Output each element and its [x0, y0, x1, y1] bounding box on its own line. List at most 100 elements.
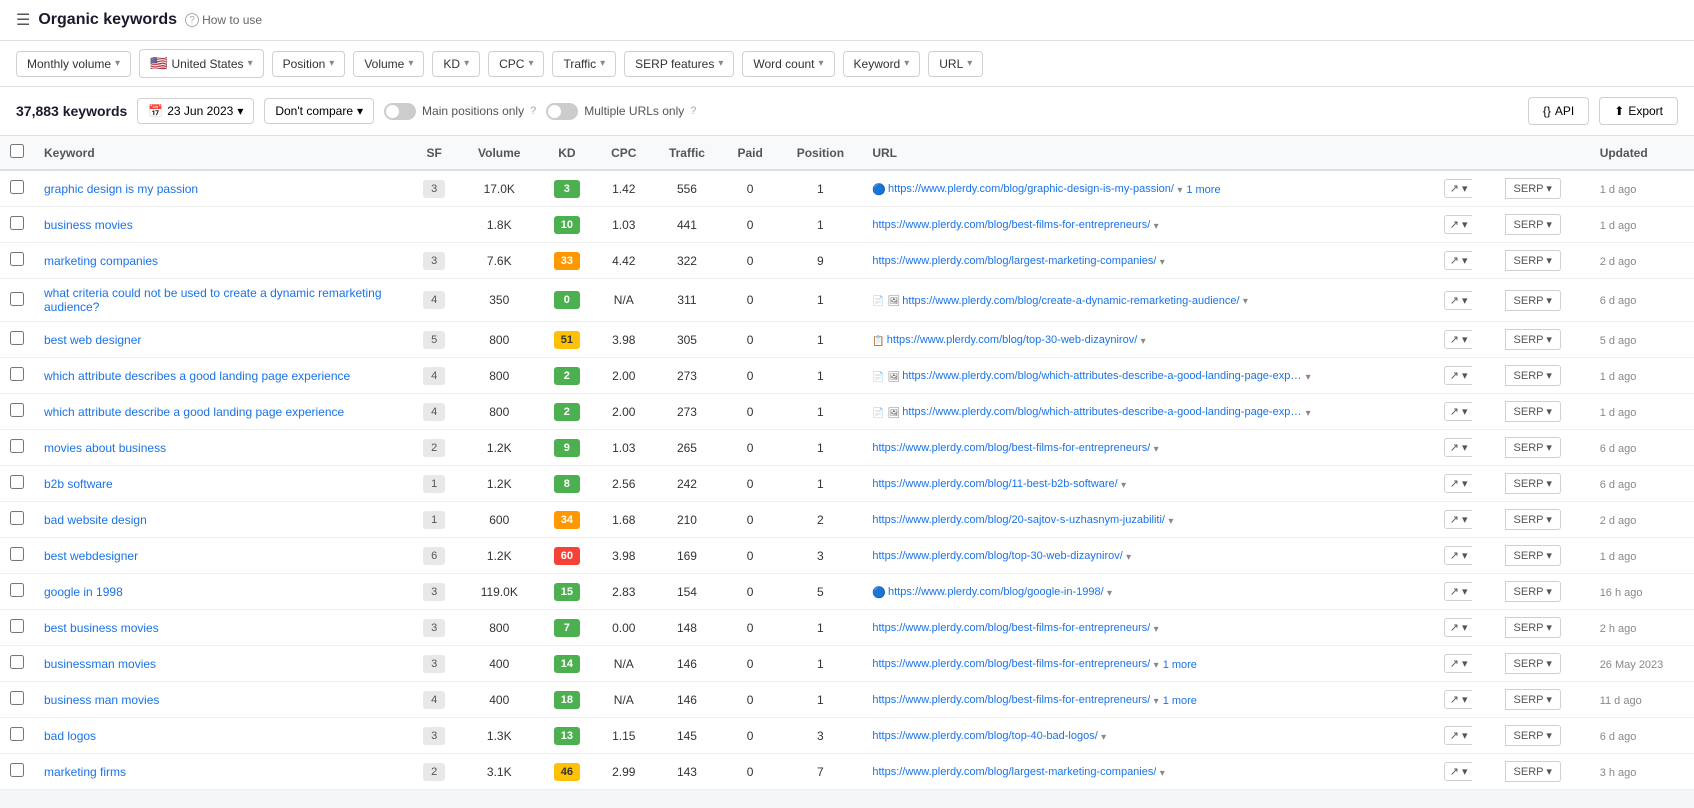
url-link[interactable]: https://www.plerdy.com/blog/google-in-19… — [888, 586, 1104, 598]
col-url[interactable]: URL — [862, 136, 1433, 170]
filter-cpc[interactable]: CPC ▾ — [488, 51, 544, 77]
url-link[interactable]: https://www.plerdy.com/blog/which-attrib… — [902, 406, 1302, 418]
col-paid[interactable]: Paid — [722, 136, 779, 170]
url-link[interactable]: https://www.plerdy.com/blog/which-attrib… — [902, 370, 1302, 382]
trend-chart-button[interactable]: ↗ ▾ — [1444, 726, 1473, 745]
url-chevron[interactable]: ▾ — [1154, 444, 1159, 455]
trend-chart-button[interactable]: ↗ ▾ — [1444, 215, 1473, 234]
keyword-link[interactable]: bad website design — [44, 513, 147, 527]
trend-chart-button[interactable]: ↗ ▾ — [1444, 762, 1473, 781]
serp-button[interactable]: SERP ▾ — [1505, 401, 1561, 422]
url-chevron[interactable]: ▾ — [1177, 185, 1182, 196]
keyword-link[interactable]: business movies — [44, 218, 133, 232]
url-link[interactable]: https://www.plerdy.com/blog/largest-mark… — [872, 766, 1156, 778]
url-chevron[interactable]: ▾ — [1141, 336, 1146, 347]
url-link[interactable]: https://www.plerdy.com/blog/create-a-dyn… — [902, 295, 1239, 307]
serp-button[interactable]: SERP ▾ — [1505, 473, 1561, 494]
url-chevron[interactable]: ▾ — [1243, 296, 1248, 307]
col-updated[interactable]: Updated — [1590, 136, 1694, 170]
keyword-link[interactable]: best business movies — [44, 621, 159, 635]
url-chevron[interactable]: ▾ — [1168, 516, 1173, 527]
keyword-link[interactable]: which attribute describe a good landing … — [44, 405, 344, 419]
row-checkbox[interactable] — [10, 180, 24, 194]
filter-keyword[interactable]: Keyword ▾ — [843, 51, 921, 77]
url-chevron[interactable]: ▾ — [1160, 257, 1165, 268]
keyword-link[interactable]: graphic design is my passion — [44, 182, 198, 196]
filter-kd[interactable]: KD ▾ — [432, 51, 480, 77]
compare-button[interactable]: Don't compare ▾ — [264, 98, 374, 124]
trend-chart-button[interactable]: ↗ ▾ — [1444, 546, 1473, 565]
url-link[interactable]: https://www.plerdy.com/blog/graphic-desi… — [888, 183, 1174, 195]
serp-button[interactable]: SERP ▾ — [1505, 250, 1561, 271]
keyword-link[interactable]: businessman movies — [44, 657, 156, 671]
more-urls-link[interactable]: 1 more — [1163, 695, 1197, 707]
url-link[interactable]: https://www.plerdy.com/blog/top-30-web-d… — [887, 334, 1137, 346]
row-checkbox[interactable] — [10, 475, 24, 489]
url-chevron[interactable]: ▾ — [1154, 624, 1159, 635]
filter-word-count[interactable]: Word count ▾ — [742, 51, 834, 77]
row-checkbox[interactable] — [10, 439, 24, 453]
filter-volume[interactable]: Volume ▾ — [353, 51, 424, 77]
col-kd[interactable]: KD — [538, 136, 595, 170]
url-chevron[interactable]: ▾ — [1101, 732, 1106, 743]
row-checkbox[interactable] — [10, 655, 24, 669]
row-checkbox[interactable] — [10, 331, 24, 345]
serp-button[interactable]: SERP ▾ — [1505, 214, 1561, 235]
keyword-link[interactable]: bad logos — [44, 729, 96, 743]
trend-chart-button[interactable]: ↗ ▾ — [1444, 402, 1473, 421]
col-volume[interactable]: Volume — [460, 136, 538, 170]
more-urls-link[interactable]: 1 more — [1186, 184, 1220, 196]
serp-button[interactable]: SERP ▾ — [1505, 365, 1561, 386]
url-link[interactable]: https://www.plerdy.com/blog/top-40-bad-l… — [872, 730, 1097, 742]
serp-button[interactable]: SERP ▾ — [1505, 725, 1561, 746]
col-keyword[interactable]: Keyword — [34, 136, 408, 170]
row-checkbox[interactable] — [10, 547, 24, 561]
multiple-urls-help-icon[interactable]: ? — [690, 105, 696, 117]
row-checkbox[interactable] — [10, 727, 24, 741]
serp-button[interactable]: SERP ▾ — [1505, 689, 1561, 710]
serp-button[interactable]: SERP ▾ — [1505, 581, 1561, 602]
serp-button[interactable]: SERP ▾ — [1505, 509, 1561, 530]
trend-chart-button[interactable]: ↗ ▾ — [1444, 438, 1473, 457]
serp-button[interactable]: SERP ▾ — [1505, 437, 1561, 458]
url-link[interactable]: https://www.plerdy.com/blog/best-films-f… — [872, 658, 1150, 670]
row-checkbox[interactable] — [10, 511, 24, 525]
url-link[interactable]: https://www.plerdy.com/blog/best-films-f… — [872, 219, 1150, 231]
serp-button[interactable]: SERP ▾ — [1505, 617, 1561, 638]
url-link[interactable]: https://www.plerdy.com/blog/best-films-f… — [872, 622, 1150, 634]
row-checkbox[interactable] — [10, 583, 24, 597]
api-button[interactable]: {} API — [1528, 97, 1589, 125]
url-chevron[interactable]: ▾ — [1154, 660, 1159, 671]
col-cpc[interactable]: CPC — [596, 136, 653, 170]
url-chevron[interactable]: ▾ — [1154, 221, 1159, 232]
keyword-link[interactable]: what criteria could not be used to creat… — [44, 286, 382, 314]
row-checkbox[interactable] — [10, 403, 24, 417]
trend-chart-button[interactable]: ↗ ▾ — [1444, 510, 1473, 529]
keyword-link[interactable]: best webdesigner — [44, 549, 138, 563]
serp-button[interactable]: SERP ▾ — [1505, 178, 1561, 199]
url-chevron[interactable]: ▾ — [1306, 408, 1311, 419]
row-checkbox[interactable] — [10, 292, 24, 306]
row-checkbox[interactable] — [10, 252, 24, 266]
url-chevron[interactable]: ▾ — [1126, 552, 1131, 563]
how-to-use-link[interactable]: ? How to use — [185, 13, 262, 27]
serp-button[interactable]: SERP ▾ — [1505, 653, 1561, 674]
url-chevron[interactable]: ▾ — [1154, 696, 1159, 707]
serp-button[interactable]: SERP ▾ — [1505, 290, 1561, 311]
trend-chart-button[interactable]: ↗ ▾ — [1444, 291, 1473, 310]
url-chevron[interactable]: ▾ — [1107, 588, 1112, 599]
more-urls-link[interactable]: 1 more — [1163, 659, 1197, 671]
keyword-link[interactable]: marketing companies — [44, 254, 158, 268]
url-chevron[interactable]: ▾ — [1121, 480, 1126, 491]
keyword-link[interactable]: business man movies — [44, 693, 159, 707]
trend-chart-button[interactable]: ↗ ▾ — [1444, 330, 1473, 349]
row-checkbox[interactable] — [10, 367, 24, 381]
url-link[interactable]: https://www.plerdy.com/blog/best-films-f… — [872, 694, 1150, 706]
url-link[interactable]: https://www.plerdy.com/blog/top-30-web-d… — [872, 550, 1122, 562]
filter-url[interactable]: URL ▾ — [928, 51, 983, 77]
select-all-checkbox[interactable] — [10, 144, 24, 158]
row-checkbox[interactable] — [10, 216, 24, 230]
export-button[interactable]: ⬆ Export — [1599, 97, 1678, 125]
filter-united-states[interactable]: 🇺🇸 United States ▾ — [139, 49, 264, 78]
multiple-urls-toggle[interactable] — [546, 103, 578, 120]
